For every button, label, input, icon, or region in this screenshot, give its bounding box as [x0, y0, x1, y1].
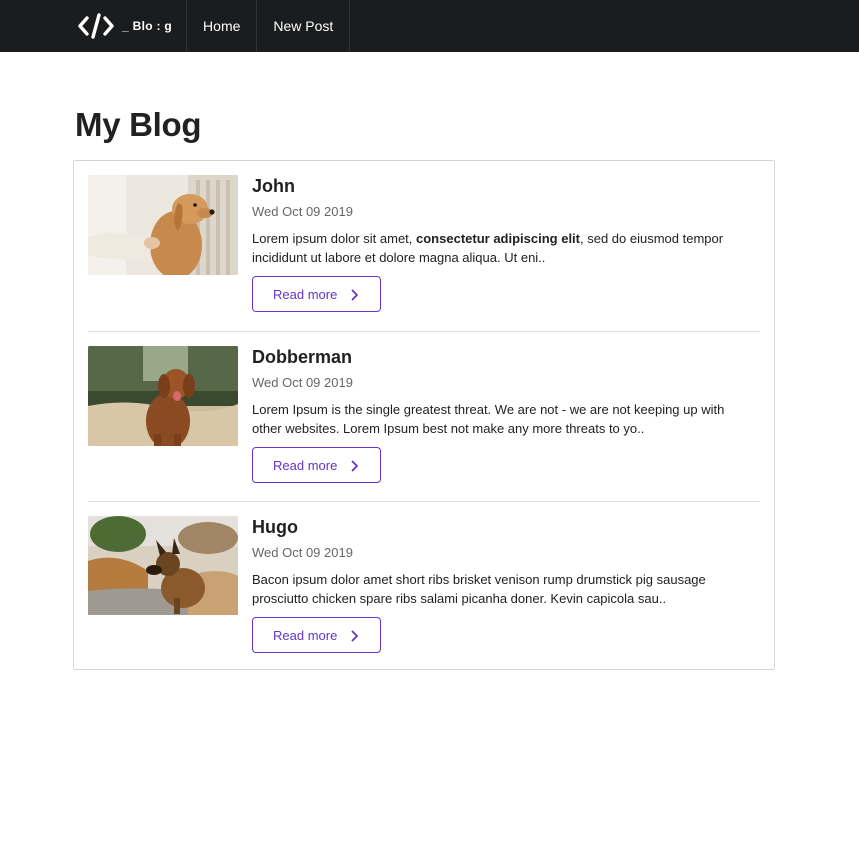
post-date: Wed Oct 09 2019 [252, 375, 353, 390]
excerpt-bold-text: consectetur adipiscing elit [416, 231, 581, 246]
post-image-brown-dog[interactable] [88, 346, 238, 446]
brand-text: _ Blo : g [122, 19, 173, 33]
excerpt-text: Lorem ipsum dolor sit amet, [252, 231, 417, 246]
nav-home[interactable]: Home [187, 0, 258, 52]
post-image-golden-retriever[interactable] [88, 175, 238, 275]
brand-logo[interactable]: _ Blo : g [0, 0, 188, 52]
post-content: John Wed Oct 09 2019 Lorem ipsum dolor s… [252, 175, 757, 312]
post-date: Wed Oct 09 2019 [252, 545, 353, 560]
page-title: My Blog [75, 106, 202, 143]
post-content: Hugo Wed Oct 09 2019 Bacon ipsum dolor a… [252, 516, 757, 653]
post-excerpt: Lorem ipsum dolor sit amet, consectetur … [252, 229, 757, 269]
post-date: Wed Oct 09 2019 [252, 204, 353, 219]
post-title[interactable]: John [252, 175, 757, 199]
chevron-right-icon [351, 460, 358, 472]
read-more-label: Read more [273, 627, 338, 643]
post-item-dobberman: Dobberman Wed Oct 09 2019 Lorem Ipsum is… [88, 331, 760, 501]
read-more-button[interactable]: Read more [252, 447, 381, 483]
post-title[interactable]: Hugo [252, 516, 757, 540]
read-more-label: Read more [273, 457, 338, 473]
read-more-button[interactable]: Read more [252, 617, 381, 653]
code-brackets-icon [78, 13, 114, 39]
chevron-right-icon [351, 289, 358, 301]
post-title[interactable]: Dobberman [252, 346, 757, 370]
post-list: John Wed Oct 09 2019 Lorem ipsum dolor s… [73, 160, 775, 670]
chevron-right-icon [351, 630, 358, 642]
post-excerpt: Lorem Ipsum is the single greatest threa… [252, 402, 725, 436]
post-image-german-shepherd[interactable] [88, 516, 238, 616]
read-more-button[interactable]: Read more [252, 276, 381, 312]
post-content: Dobberman Wed Oct 09 2019 Lorem Ipsum is… [252, 346, 757, 483]
read-more-label: Read more [273, 286, 338, 302]
post-item-john: John Wed Oct 09 2019 Lorem ipsum dolor s… [88, 161, 760, 331]
top-navbar: _ Blo : g Home New Post [0, 0, 859, 52]
nav-new-post[interactable]: New Post [257, 0, 351, 52]
post-item-hugo: Hugo Wed Oct 09 2019 Bacon ipsum dolor a… [88, 501, 760, 671]
post-excerpt: Bacon ipsum dolor amet short ribs briske… [252, 572, 706, 606]
